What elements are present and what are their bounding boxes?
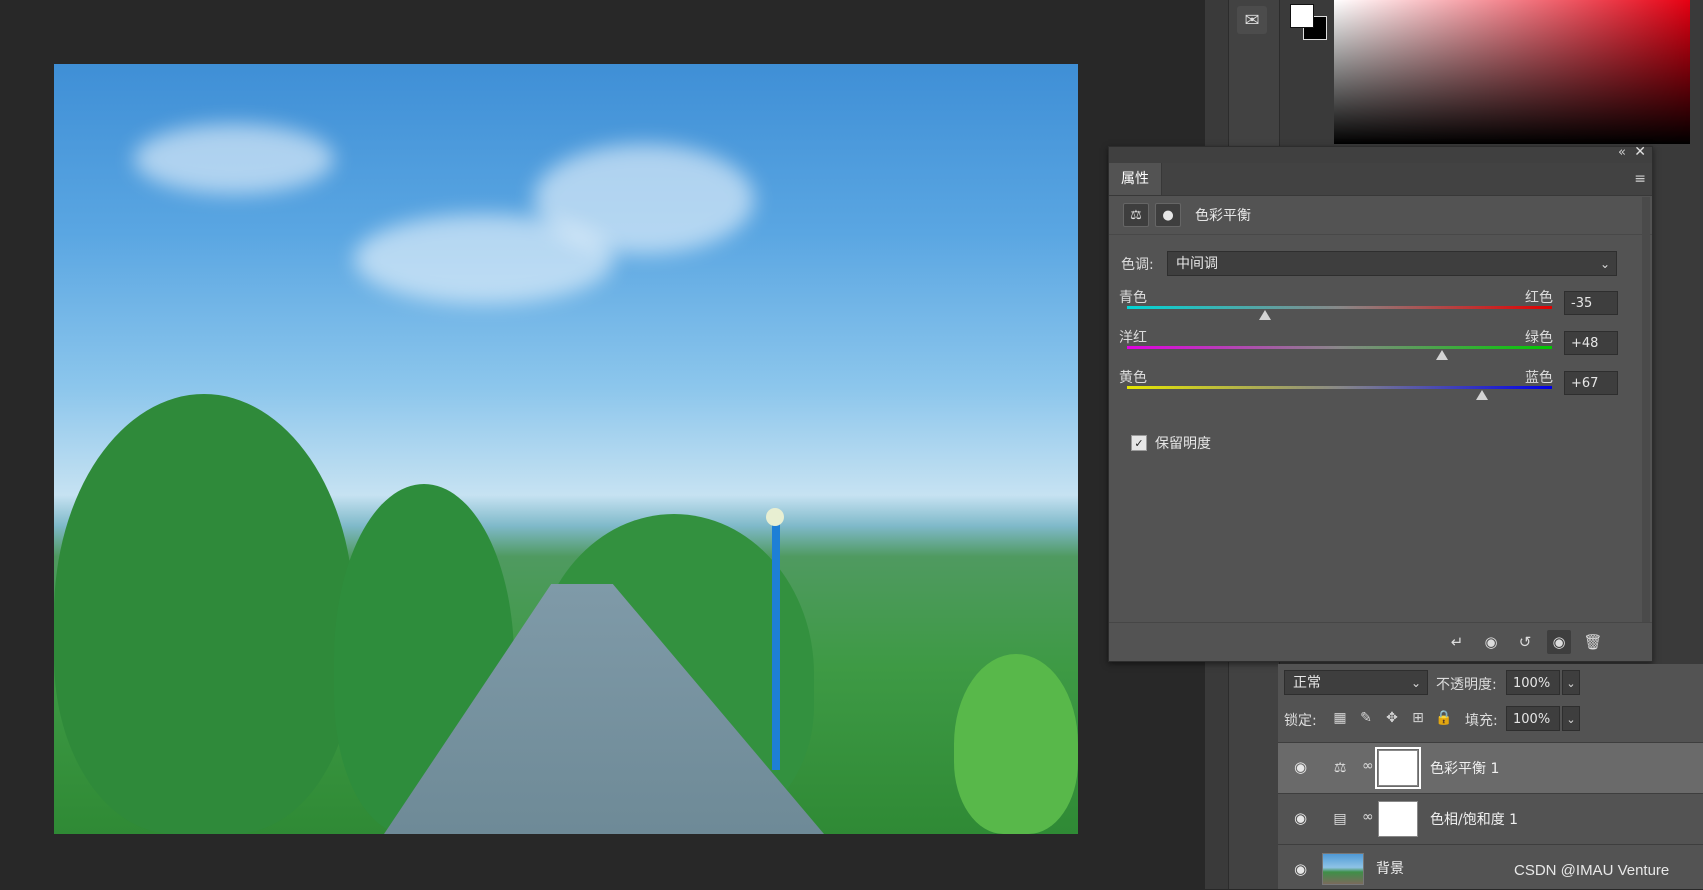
fill-field[interactable]: 100% (1506, 706, 1560, 731)
magenta-green-slider: 洋红 绿色 +48 (1119, 327, 1619, 367)
fill-dropdown-icon[interactable]: ⌄ (1562, 706, 1580, 731)
scrollbar[interactable] (1642, 197, 1650, 647)
blend-mode-value: 正常 (1293, 675, 1321, 691)
slider-track[interactable] (1127, 306, 1552, 309)
layer-name[interactable]: 色相/饱和度 1 (1430, 809, 1518, 829)
shrub (954, 654, 1078, 834)
comment-icon[interactable]: ✉ (1237, 6, 1267, 34)
slider-thumb[interactable] (1259, 310, 1272, 320)
document-image[interactable] (54, 64, 1078, 834)
panel-menu-icon[interactable]: ≡ (1634, 171, 1646, 187)
blend-mode-select[interactable]: 正常 ⌄ (1284, 670, 1428, 695)
lock-label: 锁定: (1284, 713, 1317, 729)
visibility-eye-icon[interactable]: ◉ (1547, 630, 1571, 654)
slider-value-field[interactable]: +48 (1564, 331, 1618, 355)
slider-track[interactable] (1127, 386, 1552, 389)
color-balance-icon[interactable]: ⚖ (1123, 203, 1149, 227)
preserve-luminosity-label: 保留明度 (1155, 436, 1211, 452)
opacity-label: 不透明度: (1436, 677, 1497, 693)
opacity-dropdown-icon[interactable]: ⌄ (1562, 670, 1580, 695)
lock-artboard-icon[interactable]: ⊞ (1409, 709, 1427, 727)
color-picker-field[interactable] (1334, 0, 1690, 144)
cloud (134, 124, 334, 194)
cyan-red-slider: 青色 红色 -35 (1119, 287, 1619, 327)
visibility-eye-icon[interactable]: ◉ (1294, 758, 1307, 776)
lamp-head (766, 508, 784, 526)
lock-transparent-pixels-icon[interactable]: ▦ (1331, 709, 1349, 727)
layer-row-hue-saturation[interactable]: ◉ ▤ ∞ 色相/饱和度 1 (1278, 793, 1703, 844)
watermark: CSDN @IMAU Venture (1514, 862, 1670, 879)
slider-track[interactable] (1127, 346, 1552, 349)
slider-right-label: 蓝色 (1525, 370, 1553, 386)
visibility-eye-icon[interactable]: ◉ (1294, 809, 1307, 827)
slider-thumb[interactable] (1475, 390, 1488, 400)
chevron-down-icon: ⌄ (1410, 676, 1421, 690)
slider-value-field[interactable]: -35 (1564, 291, 1618, 315)
slider-value-field[interactable]: +67 (1564, 371, 1618, 395)
adjustment-header: ⚖ ● 色彩平衡 (1109, 196, 1652, 235)
visibility-eye-icon[interactable]: ◉ (1294, 860, 1307, 878)
canvas-area[interactable] (0, 0, 1205, 889)
tone-row: 色调: 中间调 ⌄ (1121, 251, 1617, 276)
panel-tab-row: 属性 ≡ (1109, 163, 1652, 196)
lamp-post (772, 524, 780, 770)
properties-panel: « ✕ 属性 ≡ ⚖ ● 色彩平衡 色调: 中间调 ⌄ 青色 红色 -35 洋红… (1108, 144, 1653, 662)
fill-label: 填充: (1465, 713, 1498, 729)
opacity-field[interactable]: 100% (1506, 670, 1560, 695)
slider-right-label: 绿色 (1525, 330, 1553, 346)
preserve-luminosity-row: ✓ 保留明度 (1131, 433, 1211, 453)
layer-row-color-balance[interactable]: ◉ ⚖ ∞ 色彩平衡 1 (1278, 742, 1703, 793)
chevron-down-icon: ⌄ (1599, 257, 1610, 271)
yellow-blue-slider: 黄色 蓝色 +67 (1119, 367, 1619, 407)
lock-image-pixels-icon[interactable]: ✎ (1357, 709, 1375, 727)
mask-icon[interactable]: ● (1155, 203, 1181, 227)
tone-select[interactable]: 中间调 ⌄ (1167, 251, 1617, 276)
view-previous-state-icon[interactable]: ◉ (1479, 630, 1503, 654)
cloud (354, 214, 614, 304)
trash-icon[interactable]: 🗑 (1581, 630, 1605, 654)
foreground-color-swatch[interactable] (1290, 4, 1314, 28)
slider-left-label: 黄色 (1119, 370, 1147, 386)
layer-name[interactable]: 背景 (1376, 858, 1404, 878)
hue-saturation-icon: ▤ (1333, 811, 1347, 827)
collapse-panel-icon[interactable]: « (1618, 145, 1626, 160)
layer-mask-thumbnail[interactable] (1378, 801, 1418, 837)
tone-label: 色调: (1121, 256, 1154, 273)
lock-all-icon[interactable]: 🔒 (1435, 709, 1453, 727)
slider-thumb[interactable] (1435, 350, 1448, 360)
panel-footer: ↵ ◉ ↺ ◉ 🗑 (1109, 622, 1652, 661)
close-icon[interactable]: ✕ (1634, 144, 1646, 160)
tone-select-value: 中间调 (1176, 256, 1218, 272)
tree-cluster (54, 394, 354, 834)
layer-mask-thumbnail[interactable] (1375, 747, 1421, 789)
panel-titlebar[interactable]: « ✕ (1109, 144, 1652, 163)
layer-image-thumbnail[interactable] (1322, 853, 1364, 885)
clip-to-layer-icon[interactable]: ↵ (1445, 630, 1469, 654)
slider-right-label: 红色 (1525, 290, 1553, 306)
layer-name[interactable]: 色彩平衡 1 (1430, 758, 1499, 778)
link-icon[interactable]: ∞ (1362, 758, 1374, 774)
lock-position-icon[interactable]: ✥ (1383, 709, 1401, 727)
adjustment-title: 色彩平衡 (1195, 208, 1251, 224)
color-balance-icon: ⚖ (1333, 760, 1347, 776)
link-icon[interactable]: ∞ (1362, 809, 1374, 825)
tab-properties[interactable]: 属性 (1109, 163, 1162, 195)
reset-icon[interactable]: ↺ (1513, 630, 1537, 654)
slider-left-label: 洋红 (1119, 330, 1147, 346)
slider-left-label: 青色 (1119, 290, 1147, 306)
preserve-luminosity-checkbox[interactable]: ✓ (1131, 435, 1147, 451)
